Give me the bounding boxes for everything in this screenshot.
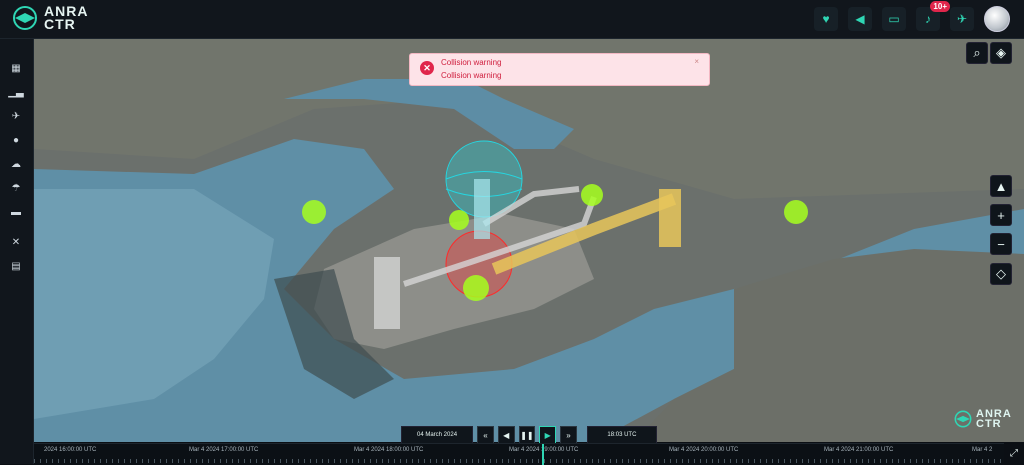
chart-icon[interactable]: ▁▃ (8, 85, 24, 99)
skip-forward-button[interactable]: » (560, 426, 577, 444)
weather-icon[interactable]: ☂ (8, 181, 24, 195)
tools-icon[interactable]: ✕ (8, 235, 24, 249)
folder-icon[interactable]: ▬ (8, 205, 24, 219)
brand-line2: CTR (44, 16, 76, 32)
skip-back-button[interactable]: « (477, 426, 494, 444)
locate-button[interactable]: ◇ (990, 263, 1012, 285)
timeline-label: Mar 4 2024 18:00:00 UTC (354, 447, 424, 453)
brand-logo[interactable]: ANRA CTR (12, 4, 88, 32)
cloud-icon[interactable]: ☁ (8, 157, 24, 171)
notification-badge: 10+ (930, 1, 950, 12)
zoom-in-button[interactable]: + (990, 204, 1012, 226)
timeline-label: Mar 4 2 (972, 447, 993, 453)
sidebar: ▦ ▁▃ ✈ ● ☁ ☂ ▬ ✕ ▤ (0, 39, 34, 464)
error-icon: ✕ (420, 61, 434, 75)
brand-name: ANRA CTR (44, 4, 88, 32)
watermark-line2: CTR (976, 418, 1002, 430)
timeline-ticks (34, 459, 1004, 463)
playback-date[interactable]: 04 March 2024 (401, 426, 474, 444)
map-watermark-logo: ANRA CTR (953, 409, 1012, 430)
terrain-mode-button[interactable]: ▲ (990, 175, 1012, 197)
pause-button[interactable]: ❚❚ (518, 426, 536, 444)
anra-logo-icon (13, 6, 37, 30)
toast-title: Collision warning (441, 58, 502, 67)
bell-icon[interactable]: ♪ 10+ (916, 1, 950, 31)
timeline-label: Mar 4 2024 21:00:00 UTC (824, 447, 894, 453)
anra-logo-icon (954, 410, 972, 428)
playback-time[interactable]: 18:03 UTC (586, 426, 657, 444)
grid-icon[interactable]: ▦ (8, 61, 24, 75)
toast-message: Collision warning (441, 71, 502, 80)
step-back-button[interactable]: ◀ (497, 426, 515, 444)
chat-icon[interactable]: ▭ (882, 7, 906, 31)
map-layers-button[interactable]: ◈ (990, 42, 1012, 64)
play-button[interactable]: ▶ (539, 426, 557, 444)
map-3d-view[interactable]: ⌕ ◈ ▲ + − ◇ (34, 39, 1024, 442)
plane-icon[interactable]: ✈ (8, 109, 24, 123)
timeline-label: Mar 4 2024 17:00:00 UTC (189, 447, 259, 453)
fullscreen-icon[interactable]: ⤢ (1007, 446, 1021, 460)
report-icon[interactable]: ▤ (8, 259, 24, 273)
close-icon[interactable]: × (694, 57, 699, 66)
header-actions: ♥ ◀ ▭ ♪ 10+ ✈ (814, 1, 1010, 32)
volume-icon[interactable]: ◀ (848, 7, 872, 31)
zoom-out-button[interactable]: − (990, 233, 1012, 255)
timeline-bar[interactable]: 2024 16:00:00 UTC Mar 4 2024 17:00:00 UT… (34, 443, 1004, 465)
map-search-button[interactable]: ⌕ (966, 42, 988, 64)
circle-icon[interactable]: ● (8, 133, 24, 147)
drone-icon[interactable]: ✈ (950, 7, 974, 31)
timeline-playhead[interactable] (542, 444, 544, 465)
heart-shield-icon[interactable]: ♥ (814, 7, 838, 31)
top-bar: ANRA CTR ♥ ◀ ▭ ♪ 10+ ✈ (0, 0, 1024, 39)
watermark-text: ANRA CTR (976, 409, 1012, 430)
timeline-label: 2024 16:00:00 UTC (44, 447, 97, 453)
timeline-label: Mar 4 2024 20:00:00 UTC (669, 447, 739, 453)
playback-controls: 04 March 2024 « ◀ ❚❚ ▶ » 18:03 UTC (401, 426, 657, 444)
map-scene (34, 39, 1024, 442)
collision-warning-toast: ✕ Collision warning Collision warning × (409, 53, 710, 86)
avatar[interactable] (984, 6, 1010, 32)
